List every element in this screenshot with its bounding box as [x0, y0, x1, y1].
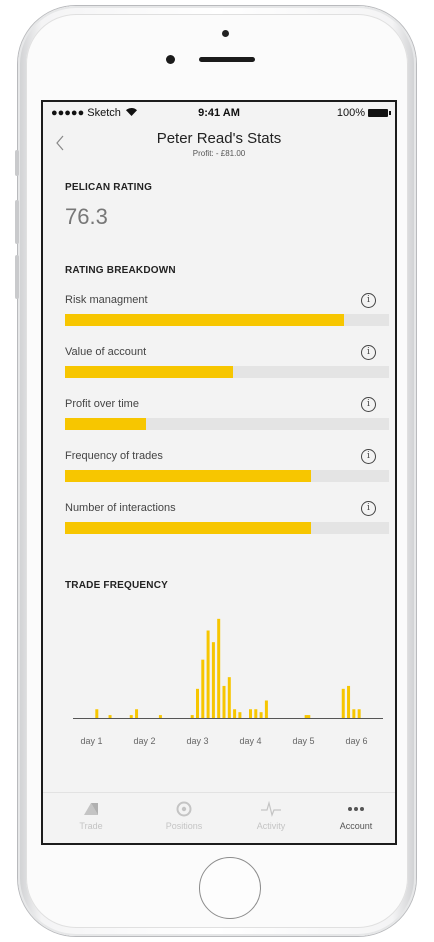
chart-bar	[108, 715, 112, 718]
earpiece-speaker	[199, 57, 255, 62]
tab-trade-label: Trade	[79, 821, 103, 831]
tab-account[interactable]: Account	[321, 799, 391, 831]
chart-bar	[249, 709, 252, 718]
chart-bar	[206, 630, 210, 718]
chart-bar	[135, 709, 139, 718]
front-camera	[166, 55, 175, 64]
chart-bar	[304, 715, 308, 718]
x-tick-label: day 5	[292, 736, 314, 746]
x-tick-label: day 6	[345, 736, 367, 746]
rating-bar-fill	[65, 470, 312, 482]
status-bar: ●●●●● Sketch 9:41 AM 100%	[43, 102, 395, 122]
chart-bar	[227, 677, 231, 718]
battery-icon	[368, 109, 391, 117]
chart-bar	[307, 715, 311, 718]
chart-bar	[158, 715, 162, 718]
tab-bar: Trade Positions Activity Account	[43, 792, 395, 843]
tab-trade[interactable]: Trade	[56, 799, 126, 831]
chart-bar	[341, 688, 345, 718]
chart-bar	[201, 659, 205, 718]
rating-bar-track	[65, 418, 389, 430]
rating-bar-track	[65, 366, 389, 378]
trade-frequency-chart: day 1 day 2 day 3 day 4 day 5 day 6	[73, 618, 383, 746]
page-title: Peter Read's Stats	[156, 130, 282, 147]
chart-bar	[347, 685, 351, 718]
home-button[interactable]	[199, 857, 261, 919]
tab-account-label: Account	[339, 821, 373, 831]
tab-activity-label: Activity	[256, 821, 286, 831]
rating-breakdown-label: RATING BREAKDOWN	[65, 265, 176, 276]
info-icon[interactable]: i	[361, 449, 376, 464]
chart-bar	[217, 618, 221, 718]
metric-label: Profit over time	[65, 398, 139, 410]
rating-bar-fill	[65, 366, 234, 378]
pelican-rating-value: 76.3	[65, 204, 108, 229]
pelican-rating-label: PELICAN RATING	[65, 182, 153, 193]
chart-bar	[254, 709, 258, 718]
info-icon[interactable]: i	[361, 293, 376, 308]
x-tick-label: day 2	[133, 736, 155, 746]
activity-icon	[236, 799, 306, 819]
trade-frequency-label: TRADE FREQUENCY	[65, 580, 169, 591]
volume-up-button	[15, 200, 19, 244]
chart-bar	[259, 712, 263, 718]
chart-bar	[238, 712, 242, 718]
x-tick-label: day 4	[239, 736, 261, 746]
info-icon[interactable]: i	[361, 501, 376, 516]
volume-down-button	[15, 255, 19, 299]
rating-bar-track	[65, 470, 389, 482]
chart-bar	[357, 709, 361, 718]
metric-label: Value of account	[65, 346, 147, 358]
chart-bar	[352, 709, 356, 718]
camera-dot	[222, 30, 229, 37]
chart-bar	[129, 715, 133, 718]
chart-bar	[196, 688, 199, 718]
rating-bar-track	[65, 522, 389, 534]
more-icon	[321, 799, 391, 819]
trade-icon	[56, 799, 126, 819]
rating-bar-fill	[65, 522, 312, 534]
nav-header: Peter Read's Stats Profit: - £81.00	[43, 122, 395, 162]
chart-bar	[95, 709, 99, 718]
info-icon[interactable]: i	[361, 345, 376, 360]
info-icon[interactable]: i	[361, 397, 376, 412]
chart-bar	[190, 715, 194, 718]
chart-bar	[264, 700, 268, 718]
chart-bar	[233, 709, 237, 718]
tab-activity[interactable]: Activity	[236, 799, 306, 831]
positions-icon	[149, 799, 219, 819]
rating-bar-track	[65, 314, 389, 326]
app-screen: ●●●●● Sketch 9:41 AM 100% Peter Read's S…	[41, 100, 397, 845]
battery-percent: 100%	[336, 107, 365, 119]
metric-label: Frequency of trades	[65, 450, 163, 462]
x-tick-label: day 1	[80, 736, 102, 746]
rating-bar-fill	[65, 418, 146, 430]
rating-bar-fill	[65, 314, 344, 326]
chart-bar	[211, 642, 215, 718]
x-tick-label: day 3	[186, 736, 208, 746]
tab-positions[interactable]: Positions	[149, 799, 219, 831]
chart-bar	[222, 685, 226, 718]
tab-positions-label: Positions	[165, 821, 203, 831]
profit-subtitle: Profit: - £81.00	[192, 149, 246, 158]
metric-label: Number of interactions	[65, 502, 176, 514]
metric-label: Risk managment	[65, 294, 148, 306]
mute-switch	[15, 150, 19, 176]
